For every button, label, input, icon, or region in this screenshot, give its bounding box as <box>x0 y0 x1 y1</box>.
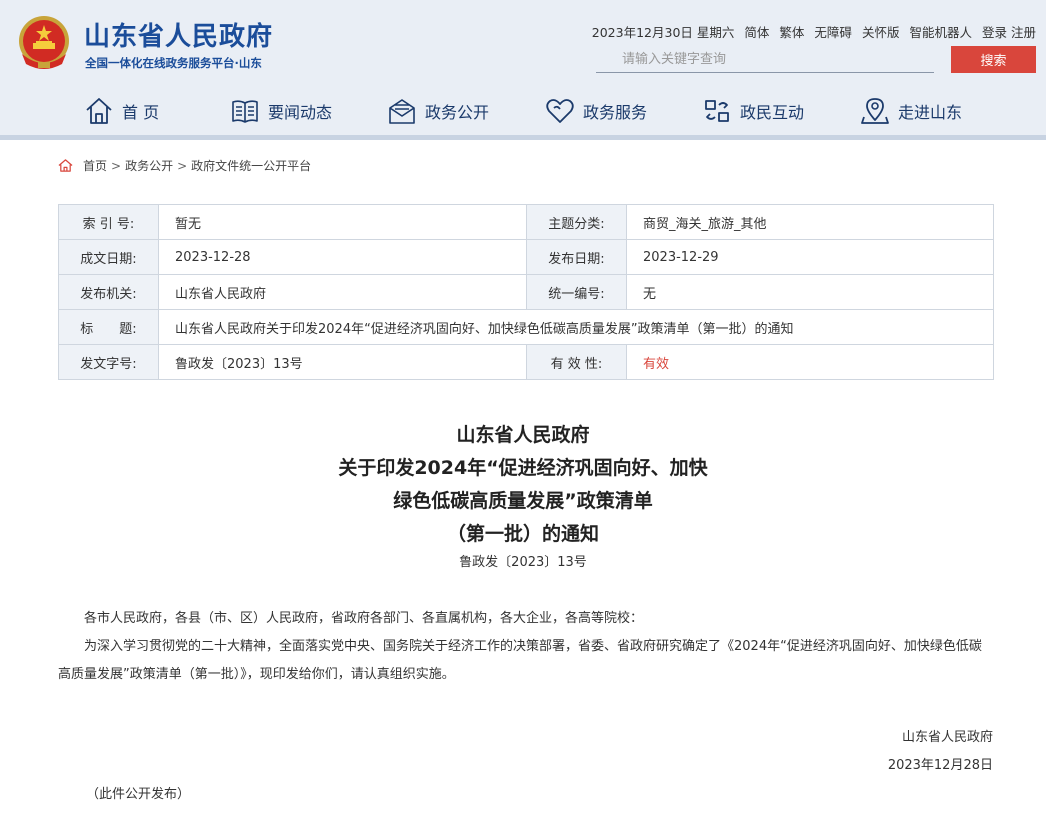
table-row: 发布机关: 山东省人民政府 统一编号: 无 <box>58 274 994 310</box>
meta-key: 成文日期: <box>58 239 159 275</box>
doc-title-line: 绿色低碳高质量发展”政策清单 <box>393 490 653 512</box>
meta-key: 发布日期: <box>526 239 627 275</box>
validity-status: 有效 <box>626 344 994 380</box>
location-icon <box>861 98 889 124</box>
nav-item-label: 政务公开 <box>425 103 490 122</box>
register-link[interactable]: 注册 <box>1011 22 1036 41</box>
nav-item-gov-services[interactable]: 政务服务 <box>545 88 647 134</box>
meta-key: 统一编号: <box>526 274 627 310</box>
site-subtitle: 全国一体化在线政务服务平台·山东 <box>85 56 262 70</box>
accessibility-link[interactable]: 无障碍 <box>814 22 852 41</box>
interaction-icon <box>705 100 729 122</box>
breadcrumb-home[interactable]: 首页 <box>83 157 107 174</box>
meta-value: 无 <box>626 274 994 310</box>
elderly-mode-link[interactable]: 关怀版 <box>862 22 900 41</box>
search-button[interactable]: 搜索 <box>951 46 1036 73</box>
meta-key: 有 效 性: <box>526 344 627 380</box>
meta-value: 2023-12-28 <box>158 239 527 275</box>
meta-key: 索 引 号: <box>58 204 159 240</box>
meta-value: 商贸_海关_旅游_其他 <box>626 204 994 240</box>
traditional-link[interactable]: 繁体 <box>779 22 804 41</box>
meta-key: 发布机关: <box>58 274 159 310</box>
search-input[interactable] <box>596 47 934 73</box>
doc-salutation: 各市人民政府，各县（市、区）人民政府，省政府各部门、各直属机构，各大企业，各高等… <box>84 611 644 626</box>
meta-value: 暂无 <box>158 204 527 240</box>
nav-item-about-shandong[interactable]: 走进山东 <box>860 88 962 134</box>
login-link[interactable]: 登录 <box>982 22 1007 41</box>
nav-item-label: 政务服务 <box>583 103 648 122</box>
meta-key: 主题分类: <box>526 204 627 240</box>
doc-note: （此件公开发布） <box>86 787 191 802</box>
doc-title-line: 山东省人民政府 <box>456 424 590 446</box>
current-date: 2023年12月30日 星期六 <box>591 25 735 40</box>
breadcrumb-platform[interactable]: 政府文件统一公开平台 <box>191 157 311 174</box>
header-divider <box>0 135 1046 140</box>
site-title[interactable]: 山东省人民政府 <box>84 16 273 53</box>
table-row: 索 引 号: 暂无 主题分类: 商贸_海关_旅游_其他 <box>58 204 994 240</box>
breadcrumb-gov-affairs[interactable]: 政务公开 <box>125 157 173 174</box>
nav-item-label: 政民互动 <box>740 103 805 122</box>
heart-icon <box>546 99 574 123</box>
nav-item-interaction[interactable]: 政民互动 <box>702 88 804 134</box>
nav-item-label: 要闻动态 <box>268 103 333 122</box>
nav-item-news[interactable]: 要闻动态 <box>230 88 332 134</box>
simplified-link[interactable]: 简体 <box>744 22 769 41</box>
table-row: 发文字号: 鲁政发〔2023〕13号 有 效 性: 有效 <box>58 344 994 380</box>
nav-item-gov-affairs[interactable]: 政务公开 <box>387 88 489 134</box>
meta-value: 2023-12-29 <box>626 239 994 275</box>
breadcrumb: 首页 > 政务公开 > 政府文件统一公开平台 <box>58 157 311 174</box>
doc-number: 鲁政发〔2023〕13号 <box>459 555 587 570</box>
robot-link[interactable]: 智能机器人 <box>909 22 972 41</box>
doc-signer: 山东省人民政府 <box>901 730 993 745</box>
meta-value: 山东省人民政府关于印发2024年“促进经济巩固向好、加快绿色低碳高质量发展”政策… <box>158 309 994 345</box>
doc-title-line: 关于印发2024年“促进经济巩固向好、加快 <box>338 457 708 479</box>
main-nav: 首 页 要闻动态 政务公开 政务服务 政民互动 走进山东 <box>0 88 1046 134</box>
table-row: 成文日期: 2023-12-28 发布日期: 2023-12-29 <box>58 239 994 275</box>
nav-item-label: 走进山东 <box>898 103 963 122</box>
top-links: 2023年12月30日 星期六 简体 繁体 无障碍 关怀版 智能机器人 登录 注… <box>592 22 1036 41</box>
breadcrumb-separator: > <box>111 158 122 173</box>
breadcrumb-separator: > <box>177 158 188 173</box>
home-icon <box>58 159 73 172</box>
book-icon <box>232 100 258 123</box>
doc-paragraph: 为深入学习贯彻党的二十大精神，全面落实党中央、国务院关于经济工作的决策部署，省委… <box>58 639 982 682</box>
envelope-icon <box>389 99 415 124</box>
nav-item-label: 首 页 <box>122 103 160 122</box>
national-emblem-icon[interactable] <box>16 14 72 72</box>
nav-item-home[interactable]: 首 页 <box>84 88 159 134</box>
meta-value: 山东省人民政府 <box>158 274 527 310</box>
document-meta-table: 索 引 号: 暂无 主题分类: 商贸_海关_旅游_其他 成文日期: 2023-1… <box>58 204 994 380</box>
table-row: 标 题: 山东省人民政府关于印发2024年“促进经济巩固向好、加快绿色低碳高质量… <box>58 309 994 345</box>
home-icon <box>86 98 112 124</box>
doc-sign-date: 2023年12月28日 <box>887 758 993 773</box>
meta-key: 标 题: <box>58 309 159 345</box>
meta-value: 鲁政发〔2023〕13号 <box>158 344 527 380</box>
meta-key: 发文字号: <box>58 344 159 380</box>
doc-title-line: （第一批）的通知 <box>446 523 599 545</box>
